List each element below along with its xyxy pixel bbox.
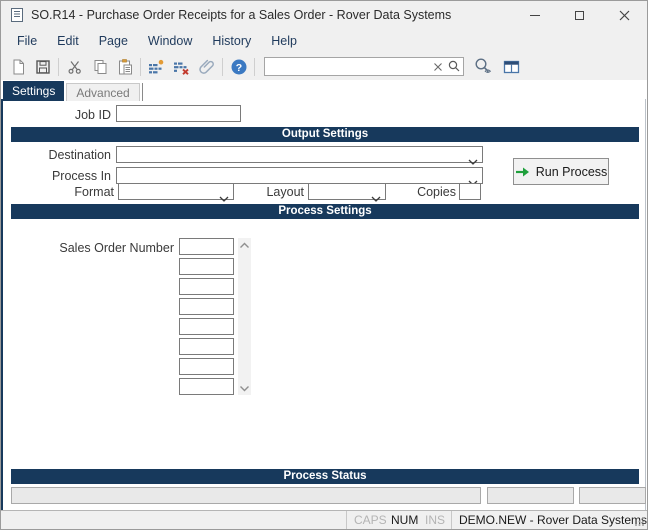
copies-label: Copies: [417, 185, 456, 199]
search-magnifier-icon[interactable]: [447, 59, 461, 78]
toolbar-separator: [140, 57, 141, 76]
tab-advanced[interactable]: Advanced: [66, 83, 140, 101]
sales-order-number-label: Sales Order Number: [59, 241, 174, 255]
copies-input[interactable]: [459, 183, 481, 200]
statusbar-separator: [346, 511, 347, 529]
sales-order-number-input-4[interactable]: [179, 298, 234, 315]
paste-icon[interactable]: [112, 55, 137, 78]
help-icon[interactable]: ?: [226, 55, 251, 78]
insert-row-icon[interactable]: [144, 55, 169, 78]
app-window: SO.R14 - Purchase Order Receipts for a S…: [0, 0, 648, 530]
menu-window[interactable]: Window: [138, 30, 202, 53]
sales-order-number-input-8[interactable]: [179, 378, 234, 395]
delete-row-icon[interactable]: [169, 55, 194, 78]
search-clear-icon[interactable]: [432, 60, 444, 78]
toolbar-search: [264, 57, 464, 76]
format-dropdown[interactable]: [118, 183, 234, 202]
job-id-input[interactable]: [116, 105, 241, 122]
sales-order-number-input-2[interactable]: [179, 258, 234, 275]
cut-icon[interactable]: [62, 55, 87, 78]
sales-order-number-input-6[interactable]: [179, 338, 234, 355]
process-in-dropdown[interactable]: [116, 167, 483, 186]
run-arrow-icon: [515, 167, 529, 176]
job-id-label: Job ID: [74, 108, 111, 122]
minimize-icon[interactable]: [512, 1, 557, 30]
process-status-field-main: [11, 487, 481, 504]
num-indicator: NUM: [391, 513, 419, 527]
svg-text:?: ?: [235, 61, 241, 73]
sales-order-scrollbar[interactable]: [238, 238, 251, 395]
tab-strip: Settings Advanced: [3, 81, 143, 101]
destination-label: Destination: [48, 148, 111, 162]
layout-dropdown[interactable]: [308, 183, 386, 202]
window-document-icon: [9, 7, 25, 23]
status-bar: CAPS NUM INS DEMO.NEW - Rover Data Syste…: [1, 511, 648, 529]
menu-page[interactable]: Page: [89, 30, 138, 53]
title-bar: SO.R14 - Purchase Order Receipts for a S…: [1, 1, 647, 30]
process-settings-header: Process Settings: [11, 204, 639, 219]
process-in-label: Process In: [51, 169, 111, 183]
copy-icon[interactable]: [87, 55, 112, 78]
new-document-icon[interactable]: [5, 55, 30, 78]
form-right-border: [645, 99, 646, 510]
menu-bar: File Edit Page Window History Help: [1, 30, 647, 53]
toolbar: ?: [1, 53, 647, 80]
layout-label: Layout: [266, 185, 304, 199]
sales-order-number-input-1[interactable]: [179, 238, 234, 255]
destination-dropdown[interactable]: [116, 146, 483, 165]
tab-strip-end: [141, 83, 143, 101]
toolbar-separator: [222, 57, 223, 76]
scroll-down-icon[interactable]: [238, 381, 251, 395]
resize-grip[interactable]: [635, 515, 645, 529]
window-title: SO.R14 - Purchase Order Receipts for a S…: [31, 8, 452, 22]
menu-history[interactable]: History: [202, 30, 261, 53]
company-context: DEMO.NEW - Rover Data Systems: [459, 513, 648, 527]
toolbar-separator: [254, 57, 255, 76]
menu-help[interactable]: Help: [261, 30, 307, 53]
browse-table-icon[interactable]: [499, 55, 524, 78]
scroll-up-icon[interactable]: [238, 238, 251, 252]
window-controls: [512, 1, 647, 30]
statusbar-separator: [451, 511, 452, 529]
menu-file[interactable]: File: [7, 30, 47, 53]
maximize-icon[interactable]: [557, 1, 602, 30]
tab-settings[interactable]: Settings: [3, 81, 65, 101]
sales-order-number-input-7[interactable]: [179, 358, 234, 375]
attachment-icon[interactable]: [194, 55, 219, 78]
toolbar-separator: [58, 57, 59, 76]
output-settings-header: Output Settings: [11, 127, 639, 142]
process-status-field-2: [487, 487, 574, 504]
process-status-field-3: [579, 487, 646, 504]
menu-edit[interactable]: Edit: [47, 30, 89, 53]
lookup-preview-icon[interactable]: [470, 55, 495, 78]
sales-order-number-input-5[interactable]: [179, 318, 234, 335]
ins-indicator: INS: [425, 513, 446, 527]
save-icon[interactable]: [30, 55, 55, 78]
run-process-button[interactable]: Run Process: [513, 158, 609, 185]
process-status-header: Process Status: [11, 469, 639, 484]
format-label: Format: [74, 185, 114, 199]
caps-indicator: CAPS: [354, 513, 387, 527]
sales-order-number-input-3[interactable]: [179, 278, 234, 295]
run-process-label: Run Process: [535, 164, 608, 179]
close-icon[interactable]: [602, 1, 647, 30]
